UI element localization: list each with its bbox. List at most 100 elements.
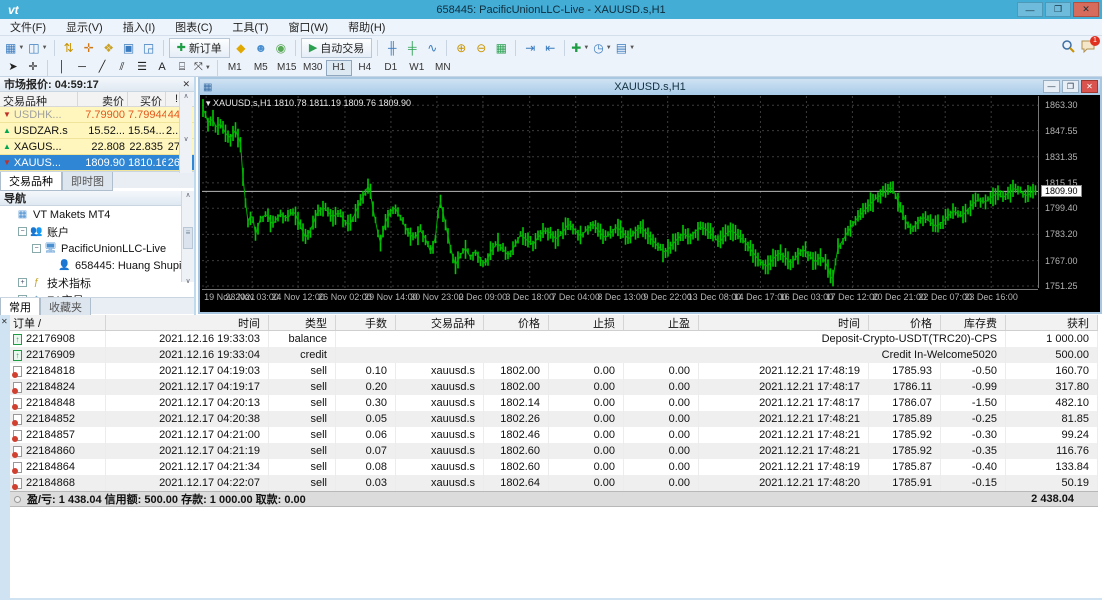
crosshair-icon[interactable]: ✛ [23, 60, 43, 76]
navigator-item[interactable]: − 👥 账户 [0, 223, 194, 240]
terminal-column-4[interactable]: 交易品种 [396, 315, 484, 330]
restore-button[interactable]: ❐ [1045, 2, 1071, 17]
chart-price-axis[interactable]: 1863.30 1847.55 1831.35 1815.15 1799.40 1783.… [1038, 96, 1100, 291]
profiles-icon[interactable]: ◫ ▼ [26, 38, 49, 58]
search-icon[interactable] [1061, 39, 1075, 56]
navigator-item[interactable]: +◆ EA交易 [0, 291, 194, 297]
menu-item-2[interactable]: 插入(I) [113, 19, 165, 35]
terminal-column-10[interactable]: 库存费 [941, 315, 1006, 330]
terminal-column-1[interactable]: 时间 [106, 315, 269, 330]
tree-expander-icon[interactable]: − [32, 244, 41, 253]
chart-time-axis[interactable]: 19 Nov 2021 23 Nov 03:00 24 Nov 12:00 26 No… [202, 289, 1038, 303]
terminal-close-icon[interactable]: ✕ [1, 317, 8, 326]
mql5-market-icon[interactable]: ◆ [231, 38, 251, 58]
navigator-item[interactable]: ▦ VT Makets MT4 [0, 206, 194, 223]
terminal-column-2[interactable]: 类型 [269, 315, 336, 330]
terminal-row[interactable]: 22184824 2021.12.17 04:19:17 sell 0.20 xauus… [10, 379, 1098, 395]
line-chart-icon[interactable]: ∿ [422, 38, 442, 58]
navigator-icon[interactable]: ❖ [99, 38, 119, 58]
terminal-row[interactable]: 22184860 2021.12.17 04:21:19 sell 0.07 xauus… [10, 443, 1098, 459]
minimize-button[interactable]: — [1017, 2, 1043, 17]
new-chart-icon[interactable]: ▦ ▼ [3, 38, 26, 58]
market-watch-tab-0[interactable]: 交易品种 [0, 172, 62, 191]
timeframe-mn[interactable]: MN [430, 60, 456, 76]
terminal-row[interactable]: ↑ 22176909 2021.12.16 19:33:04 credit Credit… [10, 347, 1098, 363]
timeframe-h4[interactable]: H4 [352, 60, 378, 76]
mw-col-2[interactable]: 买价 [128, 92, 166, 108]
terminal-column-9[interactable]: 价格 [869, 315, 941, 330]
timeframe-m5[interactable]: M5 [248, 60, 274, 76]
tile-windows-icon[interactable]: ▦ [491, 38, 511, 58]
timeframe-h1[interactable]: H1 [325, 59, 352, 76]
vertical-line-icon[interactable]: │ [52, 60, 72, 76]
chart-plot-area[interactable]: ▾ XAUUSD.s,H1 1810.78 1811.19 1809.76 18… [202, 96, 1038, 288]
terminal-row[interactable]: 22184864 2021.12.17 04:21:34 sell 0.08 xauus… [10, 459, 1098, 475]
menu-item-0[interactable]: 文件(F) [0, 19, 56, 35]
chart-window-titlebar[interactable]: ▦ XAUUSD.s,H1 — ❐ ✕ [200, 79, 1100, 95]
chart-minimize-button[interactable]: — [1043, 80, 1060, 93]
terminal-column-7[interactable]: 止盈 [624, 315, 699, 330]
candlestick-icon[interactable]: ╪ [402, 38, 422, 58]
terminal-row[interactable]: 22184848 2021.12.17 04:20:13 sell 0.30 xauus… [10, 395, 1098, 411]
chart-autoscroll-icon[interactable]: ⇤ [540, 38, 560, 58]
community-icon[interactable]: ☻ [251, 38, 271, 58]
mw-col-0[interactable]: 交易品种 [0, 92, 78, 108]
terminal-row[interactable]: 22184852 2021.12.17 04:20:38 sell 0.05 xauus… [10, 411, 1098, 427]
market-watch-tab-1[interactable]: 即时图 [62, 172, 113, 191]
navigator-item[interactable]: + ƒ 技术指标 [0, 274, 194, 291]
timeframe-m15[interactable]: M15 [274, 60, 300, 76]
terminal-column-5[interactable]: 价格 [484, 315, 549, 330]
menu-item-6[interactable]: 帮助(H) [338, 19, 395, 35]
market-watch-row[interactable]: ▼ XAUUS... 1809.90 1810.16 26 [0, 155, 194, 171]
chart-restore-button[interactable]: ❐ [1062, 80, 1079, 93]
menu-item-1[interactable]: 显示(V) [56, 19, 113, 35]
menu-item-3[interactable]: 图表(C) [165, 19, 222, 35]
timeframe-m1[interactable]: M1 [222, 60, 248, 76]
market-watch-icon[interactable]: ⇅ [59, 38, 79, 58]
terminal-row[interactable]: 22184818 2021.12.17 04:19:03 sell 0.10 xauus… [10, 363, 1098, 379]
timeframe-m30[interactable]: M30 [300, 60, 326, 76]
arrows-icon[interactable]: ⤧ ▼ [192, 60, 213, 76]
notifications-icon[interactable]: 1 [1081, 35, 1100, 56]
new-order-button[interactable]: ✚ 新订单 [168, 37, 230, 58]
channel-icon[interactable]: ⫽ [112, 60, 132, 76]
data-window-icon[interactable]: ✛ [79, 38, 99, 58]
tree-expander-icon[interactable]: − [18, 227, 27, 236]
templates-icon[interactable]: ▤ ▼ [614, 38, 637, 58]
terminal-column-3[interactable]: 手数 [336, 315, 396, 330]
navigator-scrollbar[interactable]: ∧ ≡ ∨ [181, 191, 194, 285]
zoom-out-icon[interactable]: ⊖ [471, 38, 491, 58]
indicators-icon[interactable]: ✚ ▼ [569, 38, 591, 58]
timeframe-d1[interactable]: D1 [378, 60, 404, 76]
chart-shift-icon[interactable]: ⇥ [520, 38, 540, 58]
menu-item-5[interactable]: 窗口(W) [278, 19, 338, 35]
terminal-column-8[interactable]: 时间 [699, 315, 869, 330]
timeframe-w1[interactable]: W1 [404, 60, 430, 76]
market-watch-row[interactable]: ▼ USDHK... 7.79900 7.79944 44 [0, 107, 194, 123]
terminal-row[interactable]: 22184868 2021.12.17 04:22:07 sell 0.03 xauus… [10, 475, 1098, 491]
navigator-item[interactable]: 👤 658445: Huang Shuping [0, 257, 194, 274]
signals-icon[interactable]: ◉ [271, 38, 291, 58]
horizontal-line-icon[interactable]: ─ [72, 60, 92, 76]
mw-col-1[interactable]: 卖价 [78, 92, 128, 108]
menu-item-4[interactable]: 工具(T) [222, 19, 278, 35]
bar-chart-icon[interactable]: ╫ [382, 38, 402, 58]
terminal-icon[interactable]: ▣ [119, 38, 139, 58]
chart-close-button[interactable]: ✕ [1081, 80, 1098, 93]
trendline-icon[interactable]: ╱ [92, 60, 112, 76]
terminal-row[interactable]: ↑ 22176908 2021.12.16 19:33:03 balance Depos… [10, 331, 1098, 347]
close-button[interactable]: ✕ [1073, 2, 1099, 17]
market-watch-row[interactable]: ▲ USDZAR.s 15.52... 15.54... 2... [0, 123, 194, 139]
market-watch-row[interactable]: ▲ XAGUS... 22.808 22.835 27 [0, 139, 194, 155]
navigator-item[interactable]: − 🖥 PacificUnionLLC-Live [0, 240, 194, 257]
tree-expander-icon[interactable]: + [18, 278, 27, 287]
tree-expander-icon[interactable]: + [18, 295, 27, 297]
text-icon[interactable]: A [152, 60, 172, 76]
terminal-row[interactable]: 22184857 2021.12.17 04:21:00 sell 0.06 xauus… [10, 427, 1098, 443]
cursor-icon[interactable]: ➤ [3, 60, 23, 76]
close-icon[interactable]: ✕ [182, 79, 190, 90]
terminal-column-11[interactable]: 获利 [1006, 315, 1098, 330]
text-label-icon[interactable]: ⌸ [172, 60, 192, 76]
terminal-column-6[interactable]: 止损 [549, 315, 624, 330]
strategy-tester-icon[interactable]: ◲ [139, 38, 159, 58]
